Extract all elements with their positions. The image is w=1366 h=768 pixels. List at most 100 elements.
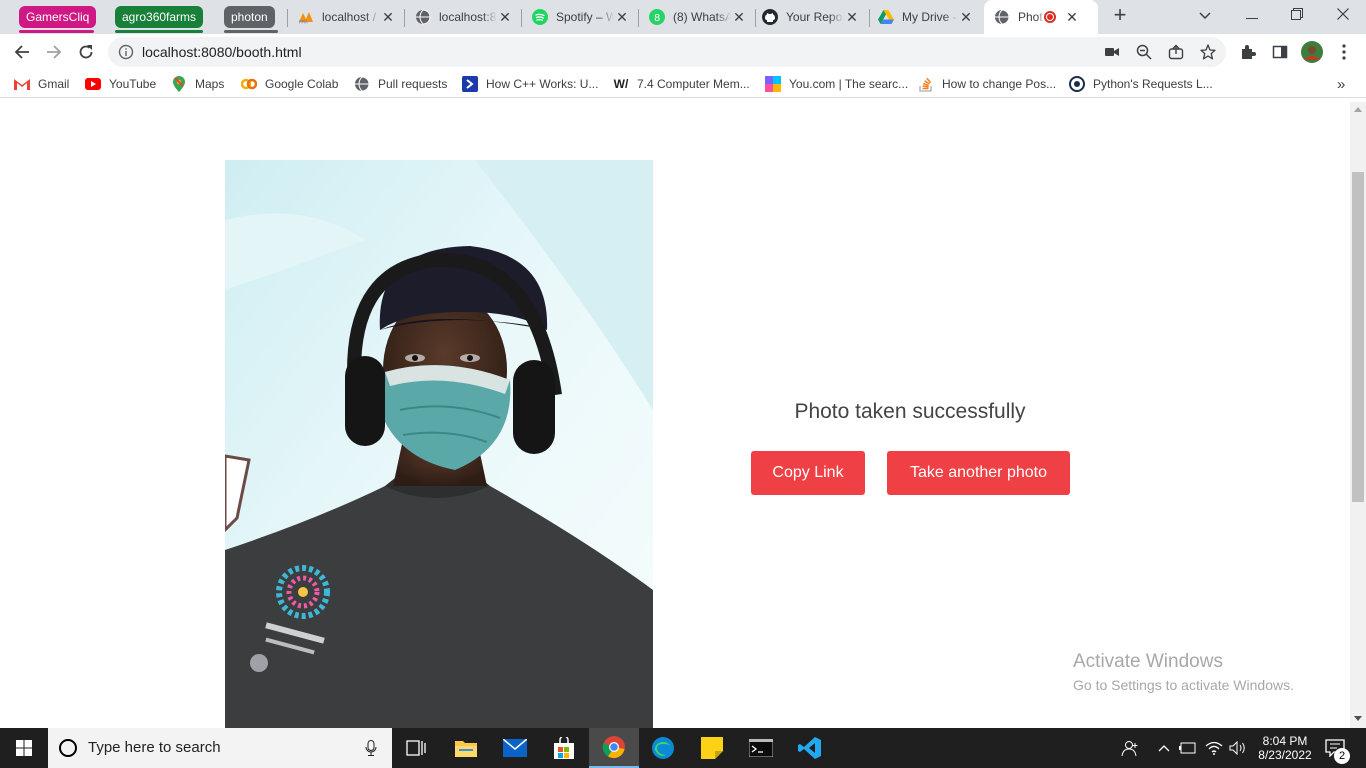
wifi-icon[interactable] [1203,728,1225,768]
maps-icon [171,76,187,92]
recording-icon [1044,11,1056,23]
copy-link-button[interactable]: Copy Link [751,451,865,495]
tab-photon-active[interactable]: Photon ✕ [984,0,1098,34]
page-scrollbar[interactable] [1350,102,1366,728]
tab-title: Your Repositories [786,10,844,24]
camera-in-use-icon[interactable] [1104,44,1120,65]
wikibooks-icon: W/ [613,77,629,91]
bookmark-label: Python's Requests L... [1093,77,1213,91]
tab-title: (8) WhatsApp [673,10,731,24]
gmail-icon [14,76,30,92]
close-icon[interactable]: ✕ [731,9,747,25]
bookmark-label: YouTube [109,77,157,91]
close-icon[interactable]: ✕ [380,9,396,25]
start-button[interactable] [0,728,48,768]
bookmark-python-requests[interactable]: Python's Requests L... [1069,74,1213,94]
bookmark-label: How C++ Works: U... [486,77,599,91]
bookmark-stackoverflow[interactable]: How to change Pos... [918,74,1056,94]
bookmark-label: How to change Pos... [942,77,1057,91]
bookmark-youcom[interactable]: You.com | The searc... [765,74,908,94]
realpython-icon [1069,76,1085,92]
github-icon [762,9,778,25]
windows-taskbar: Type here to search 8:04 PM 8/23/2022 2 [0,728,1366,768]
task-view-icon[interactable] [392,728,440,768]
tab-group-photon[interactable]: photon [224,6,275,28]
tab-search-icon[interactable] [1182,0,1228,30]
chrome-taskbar-icon[interactable] [589,728,639,768]
close-icon[interactable]: ✕ [1064,9,1080,25]
tab-phpmyadmin[interactable]: PMA localhost / localhost | phpMyAdmin ✕ [288,4,404,30]
battery-icon[interactable] [1178,728,1198,768]
back-button[interactable] [8,38,36,66]
close-icon[interactable]: ✕ [614,9,630,25]
svg-text:8: 8 [654,13,660,24]
bookmark-star-icon[interactable] [1200,44,1216,65]
bookmark-youtube[interactable]: YouTube [85,74,156,94]
restore-icon[interactable] [1274,0,1320,30]
show-hidden-icons-icon[interactable] [1155,728,1173,768]
activate-windows-watermark: Activate Windows Go to Settings to activ… [1073,650,1294,696]
address-bar[interactable]: localhost:8080/booth.html [108,37,1226,67]
forward-button[interactable] [40,38,68,66]
bookmarks-overflow-button[interactable]: » [1337,74,1345,94]
captured-photo [225,160,653,728]
browser-menu-icon[interactable] [1330,38,1358,66]
spotify-icon [532,9,548,25]
minimize-icon[interactable] [1229,0,1275,30]
clock[interactable]: 8:04 PM 8/23/2022 [1252,728,1318,768]
colab-icon [241,76,257,92]
tab-whatsapp[interactable]: 8 (8) WhatsApp ✕ [639,4,755,30]
bookmark-maps[interactable]: Maps [171,74,224,94]
close-icon[interactable]: ✕ [958,9,974,25]
microsoft-store-icon[interactable] [540,728,588,768]
tab-group-underline [19,30,94,33]
people-icon[interactable] [1118,728,1142,768]
bookmark-google-colab[interactable]: Google Colab [241,74,338,94]
mail-icon[interactable] [491,728,539,768]
new-tab-button[interactable]: + [1097,0,1143,30]
watermark-subtitle: Go to Settings to activate Windows. [1073,677,1294,693]
vscode-icon[interactable] [786,728,834,768]
reload-button[interactable] [72,38,100,66]
globe-icon [415,9,431,25]
scroll-up-icon[interactable] [1354,106,1362,112]
profile-avatar[interactable] [1298,38,1326,66]
zoom-icon[interactable] [1136,44,1152,65]
close-icon[interactable]: ✕ [844,9,860,25]
close-icon[interactable]: ✕ [497,9,513,25]
tab-github[interactable]: Your Repositories ✕ [752,4,868,30]
side-panel-icon[interactable] [1266,38,1294,66]
tab-localhost[interactable]: localhost:8080 ✕ [405,4,521,30]
url-text: localhost:8080/booth.html [142,44,302,60]
close-window-icon[interactable] [1320,0,1366,30]
clock-time: 8:04 PM [1262,734,1308,748]
scroll-down-icon[interactable] [1354,716,1362,722]
watermark-title: Activate Windows [1073,651,1223,672]
sticky-notes-icon[interactable] [688,728,736,768]
tab-spotify[interactable]: Spotify – Web Player ✕ [522,4,638,30]
scrollbar-thumb[interactable] [1352,172,1364,502]
action-center-icon[interactable]: 2 [1320,728,1350,768]
globe-icon [994,9,1010,25]
volume-icon[interactable] [1227,728,1249,768]
taskbar-search[interactable]: Type here to search [48,728,392,768]
reload-icon [79,45,93,59]
take-another-photo-button[interactable]: Take another photo [887,451,1070,495]
tab-google-drive[interactable]: My Drive - Google Drive ✕ [868,4,982,30]
bookmark-gmail[interactable]: Gmail [14,74,69,94]
bookmark-pull-requests[interactable]: Pull requests [354,74,447,94]
terminal-icon[interactable] [737,728,785,768]
edge-icon[interactable] [639,728,687,768]
microphone-icon[interactable] [365,740,377,761]
tab-group-gamerscliq[interactable]: GamersCliq [19,6,97,28]
tab-title: localhost / localhost | phpMyAdmin [322,10,380,24]
share-icon[interactable] [1168,44,1184,65]
tab-group-agro360farms[interactable]: agro360farms [115,6,204,28]
extensions-icon[interactable] [1234,38,1262,66]
bookmark-computer-memory[interactable]: W/ 7.4 Computer Mem... [613,74,750,94]
file-explorer-icon[interactable] [442,728,490,768]
youtube-icon [85,76,101,92]
site-info-icon[interactable] [118,44,134,65]
bookmark-cpp-works[interactable]: How C++ Works: U... [462,74,598,94]
bookmark-label: Gmail [38,77,70,91]
